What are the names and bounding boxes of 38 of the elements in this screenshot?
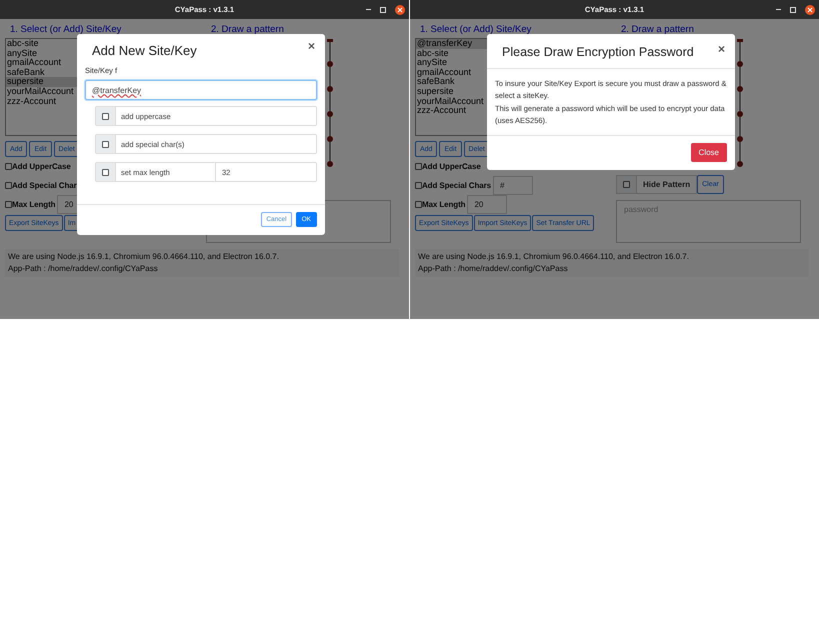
checkbox[interactable] (102, 140, 109, 148)
checkbox[interactable] (415, 201, 422, 208)
input-field[interactable]: @transferKey (85, 80, 317, 100)
section-heading: 2. Draw a pattern (620, 23, 695, 37)
maximize-icon[interactable] (790, 6, 796, 12)
close-button[interactable]: × (306, 40, 317, 52)
info-text: App-Path : /home/raddev/.config/CYaPass (418, 263, 569, 275)
option-label: Max Length (422, 200, 466, 209)
option-label: Add Special Chars (422, 181, 491, 190)
checkbox[interactable] (102, 168, 109, 176)
option-label: Add UpperCase (12, 162, 71, 171)
close-button[interactable]: × (716, 43, 727, 55)
section-heading: 1. Select (or Add) Site/Key (9, 23, 122, 37)
info-text: App-Path : /home/raddev/.config/CYaPass (8, 263, 159, 275)
maximize-icon[interactable] (380, 6, 386, 12)
dialog-title: Please Draw Encryption Password (502, 45, 694, 59)
dialog-title: Add New Site/Key (92, 43, 197, 58)
checkbox[interactable] (102, 112, 109, 120)
info-text: We are using Node.js 16.9.1, Chromium 96.0.4664.110, and Electron 16.0.7. (418, 251, 690, 263)
option-label: Add UpperCase (422, 162, 481, 171)
checkbox[interactable] (5, 182, 12, 189)
close-button[interactable]: Close (690, 143, 727, 162)
pattern-grid-drawing[interactable] (736, 39, 744, 167)
option-label: Max Length (12, 200, 56, 209)
checkbox[interactable] (415, 163, 422, 170)
checkbox[interactable] (5, 201, 12, 208)
close-icon[interactable] (395, 4, 405, 14)
section-heading: 1. Select (or Add) Site/Key (419, 23, 532, 37)
info-text: We are using Node.js 16.9.1, Chromium 96.0.4664.110, and Electron 16.0.7. (8, 251, 280, 263)
close-icon[interactable] (805, 4, 815, 14)
input-field[interactable]: 20 (467, 195, 508, 214)
checkbox[interactable] (5, 163, 12, 170)
input-field[interactable]: # (493, 176, 533, 195)
pattern-grid-drawing[interactable] (326, 39, 334, 167)
section-heading: 2. Draw a pattern (210, 23, 285, 37)
option-label: Add Special Char (12, 181, 77, 190)
checkbox[interactable] (415, 182, 422, 189)
checkbox[interactable] (623, 181, 630, 188)
